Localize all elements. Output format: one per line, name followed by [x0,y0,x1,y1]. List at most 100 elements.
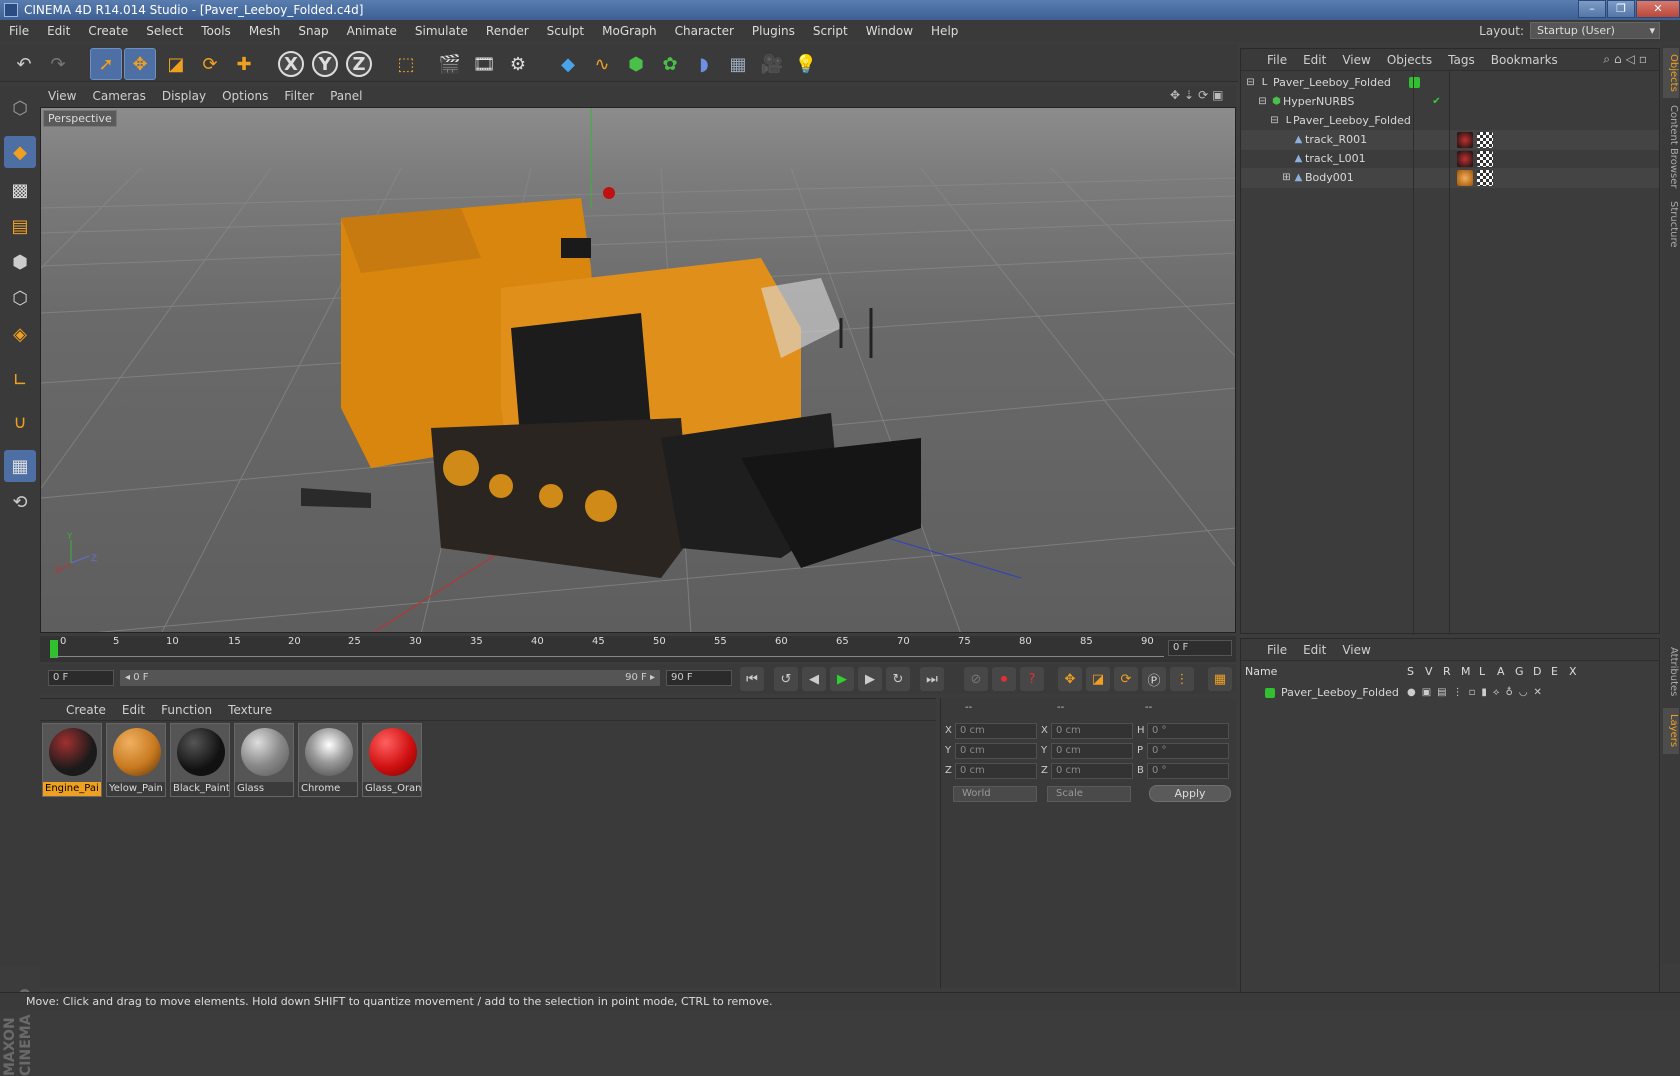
material-swatch-chrome[interactable]: Chrome [298,723,358,797]
key-rotation-icon[interactable]: ⟳ [1114,667,1138,691]
object-menu-edit[interactable]: Edit [1295,53,1334,67]
object-row[interactable]: ⊟ L Paver_Leeboy_Folded [1241,73,1659,93]
snap-icon[interactable]: ∪ [4,406,36,438]
undo-icon[interactable]: ↶ [8,48,40,80]
rotation-b-field[interactable]: 0 ° [1147,763,1229,779]
camera-icon[interactable]: 🎥 [756,48,788,80]
recent-tool-icon[interactable]: ✚ [228,48,260,80]
layer-color-icon[interactable] [1265,688,1275,698]
coordinate-space-dropdown[interactable]: World [953,786,1037,802]
viewport-menu-cameras[interactable]: Cameras [84,89,153,103]
object-menu-view[interactable]: View [1334,53,1378,67]
menu-edit[interactable]: Edit [38,24,79,38]
prev-key-icon[interactable]: ↺ [774,667,798,691]
menu-tools[interactable]: Tools [192,24,240,38]
object-row[interactable]: ▲ track_L001 [1241,149,1659,169]
object-row[interactable]: ▲ track_R001 [1241,130,1659,150]
size-mode-dropdown[interactable]: Scale [1047,786,1131,802]
make-editable-icon[interactable]: ⬡ [4,92,36,124]
material-menu-create[interactable]: Create [40,703,114,717]
render-picture-viewer-icon[interactable]: 🎞 [468,48,500,80]
menu-create[interactable]: Create [79,24,137,38]
polygons-mode-icon[interactable]: ◈ [4,318,36,350]
timeline-window-icon[interactable]: ▦ [1208,667,1232,691]
menu-character[interactable]: Character [666,24,743,38]
menu-simulate[interactable]: Simulate [406,24,477,38]
coordinate-system-icon[interactable]: ⬚ [390,48,422,80]
perspective-viewport[interactable]: Perspective Y X Z [40,107,1236,633]
menu-script[interactable]: Script [804,24,857,38]
viewport-menu-panel[interactable]: Panel [322,89,370,103]
rotate-tool-icon[interactable]: ⟳ [194,48,226,80]
y-axis-lock-icon[interactable]: Y [312,51,338,77]
object-menu-file[interactable]: File [1241,53,1295,67]
object-row[interactable]: ⊞ ▲ Body001 [1241,168,1659,188]
array-icon[interactable]: ✿ [654,48,686,80]
viewport-camera-label[interactable]: Perspective [43,110,117,127]
planar-workplane-icon[interactable]: ⟲ [4,486,36,518]
tab-content-browser[interactable]: Content Browser [1663,102,1679,192]
go-to-end-icon[interactable]: ⏭ [920,667,944,691]
go-to-start-icon[interactable]: ⏮ [740,667,764,691]
menu-plugins[interactable]: Plugins [743,24,804,38]
model-mode-icon[interactable]: ◆ [4,136,36,168]
tab-structure[interactable]: Structure [1663,196,1679,252]
cube-primitive-icon[interactable]: ◆ [552,48,584,80]
layer-flag-icons[interactable]: ●▣▤⋮▫▮⟡♁◡✕ [1407,683,1548,703]
menu-mograph[interactable]: MoGraph [593,24,666,38]
texture-mode-icon[interactable]: ▩ [4,174,36,206]
size-z-field[interactable]: 0 cm [1051,763,1133,779]
enabled-check-icon[interactable]: ✔ [1431,96,1442,107]
viewport-menu-view[interactable]: View [40,89,84,103]
minimize-button[interactable]: – [1578,0,1606,18]
material-tag-icon[interactable] [1457,151,1473,167]
spline-icon[interactable]: ∿ [586,48,618,80]
menu-window[interactable]: Window [857,24,922,38]
layer-menu-file[interactable]: File [1241,643,1295,657]
search-icon[interactable]: ⌕⌂◁▫ [1603,52,1651,67]
object-menu-tags[interactable]: Tags [1440,53,1483,67]
keyframe-selection-icon[interactable]: ? [1020,667,1044,691]
render-settings-icon[interactable]: ⚙ [502,48,534,80]
material-swatch-black-paint[interactable]: Black_Paint [170,723,230,797]
maximize-button[interactable]: ❐ [1607,0,1635,18]
menu-snap[interactable]: Snap [289,24,337,38]
axis-mode-icon[interactable]: ∟ [4,364,36,396]
material-menu-edit[interactable]: Edit [114,703,153,717]
texture-tag-icon[interactable] [1477,132,1493,148]
material-swatch-glass[interactable]: Glass [234,723,294,797]
material-tag-icon[interactable] [1457,132,1473,148]
layer-row[interactable]: Paver_Leeboy_Folded ●▣▤⋮▫▮⟡♁◡✕ [1241,683,1659,703]
position-z-field[interactable]: 0 cm [955,763,1037,779]
workplane-lock-icon[interactable]: ▦ [4,450,36,482]
menu-select[interactable]: Select [137,24,192,38]
move-tool-icon[interactable]: ✥ [124,48,156,80]
paver-model[interactable] [301,187,921,578]
object-menu-bookmarks[interactable]: Bookmarks [1483,53,1566,67]
tab-attributes[interactable]: Attributes [1663,640,1679,704]
current-frame-field[interactable]: 0 F [1168,640,1232,656]
key-pla-icon[interactable]: ⋮ [1170,667,1194,691]
texture-tag-icon[interactable] [1477,170,1493,186]
deformer-icon[interactable]: ◗ [688,48,720,80]
material-swatch-glass-orange[interactable]: Glass_Oran [362,723,422,797]
play-icon[interactable]: ▶ [830,667,854,691]
record-keys-icon[interactable]: ⊘ [964,667,988,691]
viewport-nav-icons[interactable]: ✥⇣⟳▣ [1170,88,1228,102]
scale-tool-icon[interactable]: ◪ [160,48,192,80]
position-x-field[interactable]: 0 cm [955,723,1037,739]
z-axis-lock-icon[interactable]: Z [346,51,372,77]
start-frame-field[interactable]: 0 F [48,670,114,686]
workplane-mode-icon[interactable]: ▤ [4,210,36,242]
expand-icon[interactable]: ⊞ [1281,172,1292,183]
edges-mode-icon[interactable]: ⬡ [4,282,36,314]
menu-animate[interactable]: Animate [338,24,406,38]
live-selection-icon[interactable]: ➚ [90,48,122,80]
collapse-icon[interactable]: ⊟ [1269,115,1280,126]
timeline-ruler[interactable]: 0 5 10 15 20 25 30 35 40 45 50 55 60 65 … [40,636,1236,662]
next-key-icon[interactable]: ↻ [886,667,910,691]
position-y-field[interactable]: 0 cm [955,743,1037,759]
viewport-menu-options[interactable]: Options [214,89,276,103]
rotation-p-field[interactable]: 0 ° [1147,743,1229,759]
layer-menu-view[interactable]: View [1334,643,1378,657]
